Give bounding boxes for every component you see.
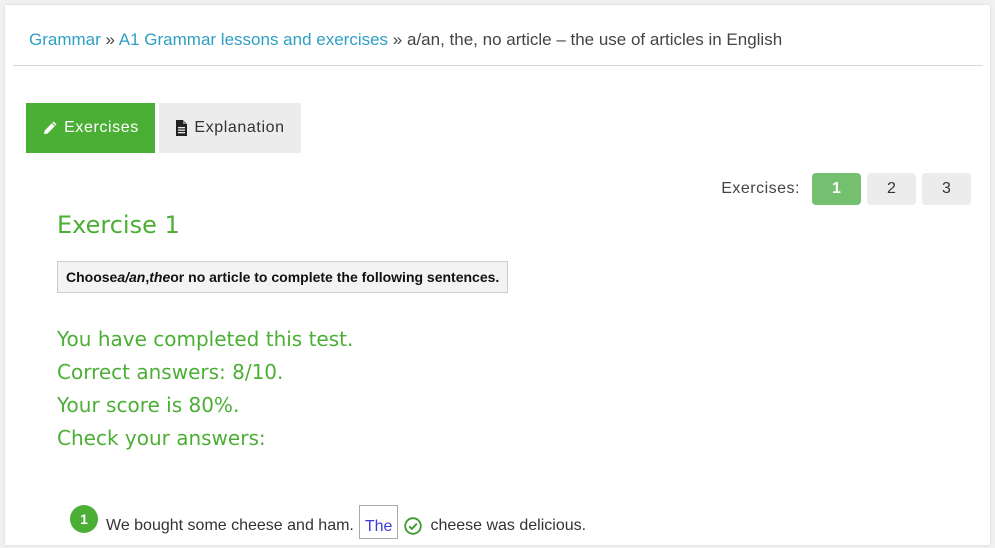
result-score: Your score is 80%.	[57, 393, 240, 417]
exercise-title: Exercise 1	[57, 211, 180, 239]
instruction-emphasis: the	[149, 269, 171, 285]
content-card: Grammar » A1 Grammar lessons and exercis…	[5, 5, 990, 545]
exercise-page-3-button[interactable]: 3	[922, 173, 971, 205]
exercise-page-2-button[interactable]: 2	[867, 173, 916, 205]
instruction-text: or no article to complete the following …	[170, 269, 500, 285]
result-completed-text: You have completed this test.	[57, 327, 354, 351]
question-text-after: cheese was delicious.	[430, 517, 587, 534]
question-answer-field[interactable]: The	[358, 505, 399, 539]
tab-explanation-label: Explanation	[194, 119, 285, 136]
pencil-icon	[42, 120, 58, 136]
breadcrumb-current: a/an, the, no article – the use of artic…	[407, 30, 783, 49]
exercise-instruction: Choose a/an, the or no article to comple…	[57, 261, 509, 293]
breadcrumb-link-grammar[interactable]: Grammar	[29, 30, 101, 49]
breadcrumb-separator: »	[105, 30, 115, 49]
breadcrumb: Grammar » A1 Grammar lessons and exercis…	[29, 30, 782, 50]
tab-explanation[interactable]: Explanation	[159, 103, 301, 153]
result-check-answers: Check your answers:	[57, 426, 266, 450]
instruction-emphasis: a/an	[117, 269, 146, 285]
exercise-page-1-button[interactable]: 1	[812, 173, 861, 205]
check-circle-icon	[404, 517, 423, 535]
breadcrumb-separator: »	[392, 30, 403, 49]
breadcrumb-link-a1-lessons[interactable]: A1 Grammar lessons and exercises	[119, 30, 388, 49]
question-row: 1 We bought some cheese and ham. The che…	[70, 505, 586, 539]
instruction-text: Choose	[66, 269, 118, 285]
exercise-pagination: Exercises: 1 2 3	[721, 173, 971, 205]
tab-exercises-label: Exercises	[64, 119, 139, 136]
document-icon	[175, 120, 188, 136]
result-correct-answers: Correct answers: 8/10.	[57, 360, 284, 384]
divider	[13, 65, 983, 66]
tab-exercises[interactable]: Exercises	[26, 103, 155, 153]
exercise-pagination-label: Exercises:	[721, 180, 800, 197]
question-text-before: We bought some cheese and ham.	[106, 517, 354, 534]
question-number-badge: 1	[70, 505, 98, 533]
